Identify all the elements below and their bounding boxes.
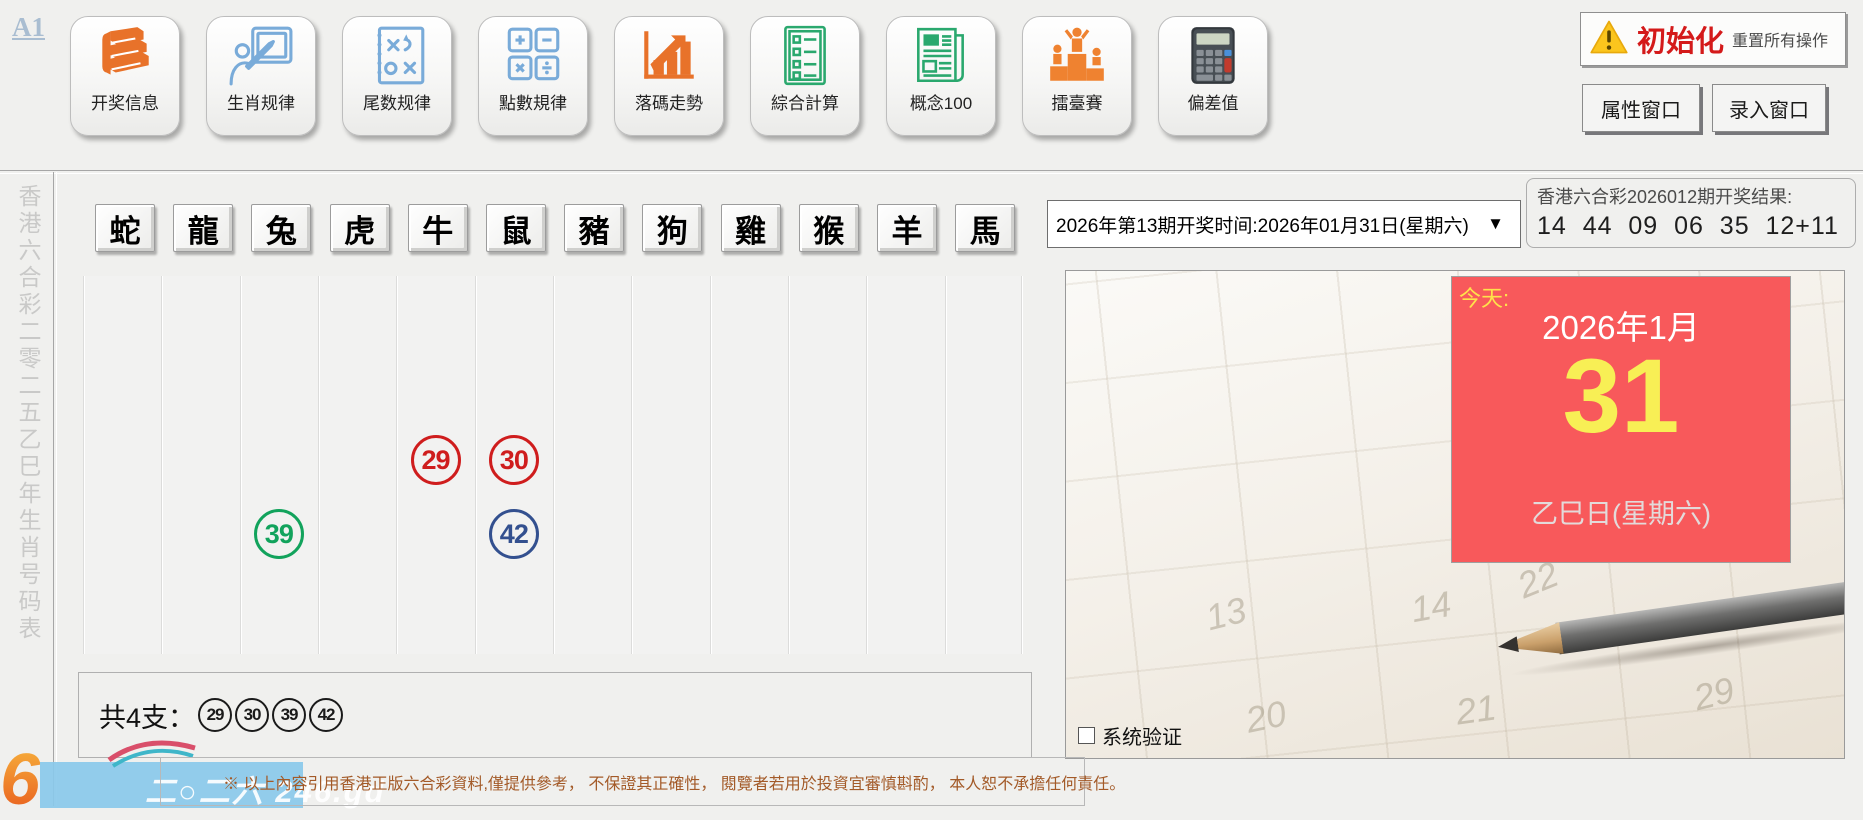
zodiac-button-2[interactable]: 龍 xyxy=(173,204,234,252)
teacher-board-icon xyxy=(228,25,294,87)
zodiac-button-4[interactable]: 虎 xyxy=(329,204,390,252)
summary-circled-number: 30 xyxy=(235,698,270,732)
summary-circled-number: 29 xyxy=(198,698,233,732)
zodiac-button-5[interactable]: 牛 xyxy=(407,204,468,252)
result-box: 香港六合彩2026012期开奖结果: 14 44 09 06 35 12+11 xyxy=(1526,178,1856,248)
entry-window-button[interactable]: 录入窗口 xyxy=(1712,84,1826,132)
chart-gridline xyxy=(631,276,634,654)
newspaper-icon xyxy=(908,25,974,87)
chart-gridline xyxy=(1021,276,1023,654)
toolbar-button-7[interactable]: 概念100 xyxy=(886,16,996,136)
chart-gridline xyxy=(944,276,947,654)
chart-gridline xyxy=(866,276,869,654)
result-title: 香港六合彩2026012期开奖结果: xyxy=(1537,187,1793,207)
chart-number-42: 42 xyxy=(488,509,539,559)
period-dropdown-value: 2026年第13期开奖时间:2026年01月31日(星期六) xyxy=(1056,215,1469,237)
zodiac-button-3[interactable]: 兔 xyxy=(251,204,312,252)
chart-gridline xyxy=(709,276,712,654)
chart-gridline xyxy=(396,276,399,654)
toolbar-button-label: 落碼走勢 xyxy=(635,94,703,113)
toolbar-button-1[interactable]: 开奖信息 xyxy=(70,16,180,136)
initialize-button[interactable]: 初始化 重置所有操作 xyxy=(1580,12,1846,66)
zodiac-button-1[interactable]: 蛇 xyxy=(95,204,155,252)
initialize-label: 初始化 xyxy=(1637,26,1725,58)
toolbar-button-5[interactable]: 落碼走勢 xyxy=(614,16,724,136)
summary-box: 共4支： 29 30 39 42 xyxy=(78,672,1032,758)
toolbar-button-8[interactable]: 擂臺賽 xyxy=(1022,16,1132,136)
calendar-faint-number: 20 xyxy=(1242,692,1290,741)
toolbar-button-label: 綜合計算 xyxy=(771,94,839,113)
chart-number-39: 39 xyxy=(253,509,304,559)
summary-circled-number: 42 xyxy=(309,698,344,732)
system-verify-label: 系统验证 xyxy=(1102,727,1182,749)
summary-circled-number: 39 xyxy=(272,698,307,732)
period-dropdown[interactable]: 2026年第13期开奖时间:2026年01月31日(星期六) ▼ xyxy=(1047,200,1521,248)
property-window-button[interactable]: 属性窗口 xyxy=(1582,84,1700,132)
toolbar-button-label: 尾数规律 xyxy=(363,94,431,113)
toolbar-button-6[interactable]: 綜合計算 xyxy=(750,16,860,136)
chart-gridline xyxy=(161,276,164,654)
toolbar-button-4[interactable]: 點數規律 xyxy=(478,16,588,136)
books-icon xyxy=(92,25,158,87)
checkbox-icon[interactable] xyxy=(1078,727,1095,744)
calculator-icon xyxy=(1180,25,1246,87)
math-operators-icon xyxy=(500,25,566,87)
calendar-panel: 13 14 22 20 21 29 今天: 2026年1月 31 乙巳日(星期六) 系统验… xyxy=(1065,270,1845,759)
summary-numbers: 29 30 39 42 xyxy=(195,698,344,732)
watermark-logo: 6 xyxy=(0,740,41,820)
chart-gridline xyxy=(239,276,242,654)
toolbar-button-label: 擂臺賽 xyxy=(1051,94,1103,113)
app-logo: A1 xyxy=(12,12,45,42)
chart-gridline xyxy=(553,276,555,654)
podium-icon xyxy=(1044,25,1110,87)
toolbar-button-label: 點數規律 xyxy=(499,94,567,113)
chart-number-29: 29 xyxy=(410,435,461,485)
chart-number-30: 30 xyxy=(488,435,539,485)
vertical-separator xyxy=(53,172,57,806)
toolbar-button-2[interactable]: 生肖规律 xyxy=(206,16,316,136)
today-day: 31 xyxy=(1562,338,1680,455)
toolbar-button-label: 生肖规律 xyxy=(227,94,295,113)
today-day-info: 乙巳日(星期六) xyxy=(1531,499,1711,529)
zodiac-button-10[interactable]: 猴 xyxy=(798,204,859,252)
system-verify-checkbox[interactable]: 系统验证 xyxy=(1078,721,1182,750)
zodiac-button-11[interactable]: 羊 xyxy=(877,204,937,252)
toolbar-button-label: 概念100 xyxy=(909,94,973,113)
checklist-icon xyxy=(772,25,838,87)
zodiac-button-7[interactable]: 豬 xyxy=(564,204,625,252)
zodiac-button-6[interactable]: 鼠 xyxy=(486,204,546,252)
disclaimer-text: ※ 以上內容引用香港正版六合彩資料,僅提供參考， 不保證其正確性， 閱覽者若用於… xyxy=(223,775,1126,793)
chart-gridline xyxy=(83,276,85,654)
toolbar-button-label: 偏差值 xyxy=(1187,94,1239,113)
toolbar-button-3[interactable]: 尾数规律 xyxy=(342,16,452,136)
disclaimer-box: ※ 以上內容引用香港正版六合彩資料,僅提供參考， 不保證其正確性， 閱覽者若用於… xyxy=(160,757,1125,806)
initialize-sublabel: 重置所有操作 xyxy=(1732,33,1829,50)
zodiac-button-9[interactable]: 雞 xyxy=(720,204,781,252)
trend-chart-icon xyxy=(636,25,702,87)
chart-gridline xyxy=(474,276,477,654)
zodiac-number-chart: 29 30 39 42 xyxy=(83,276,1023,654)
result-numbers: 14 44 09 06 35 12+11 xyxy=(1537,212,1839,240)
chart-gridline xyxy=(788,276,790,654)
strategy-notebook-icon xyxy=(364,25,430,87)
chevron-down-icon: ▼ xyxy=(1487,214,1504,233)
summary-label: 共4支： xyxy=(99,702,196,733)
calendar-faint-number: 21 xyxy=(1453,686,1499,733)
toolbar-button-label: 开奖信息 xyxy=(91,94,159,113)
toolbar-button-9[interactable]: 偏差值 xyxy=(1158,16,1268,136)
today-card: 今天: 2026年1月 31 乙巳日(星期六) xyxy=(1451,276,1791,563)
chart-gridline xyxy=(318,276,320,654)
calendar-faint-number: 14 xyxy=(1407,582,1455,631)
vertical-title: 香港六合彩二零二五乙巳年生肖号码表 xyxy=(15,184,41,643)
zodiac-button-8[interactable]: 狗 xyxy=(642,204,703,252)
horizontal-separator xyxy=(0,170,1863,174)
warning-icon xyxy=(1589,19,1629,60)
zodiac-button-12[interactable]: 馬 xyxy=(955,204,1016,252)
